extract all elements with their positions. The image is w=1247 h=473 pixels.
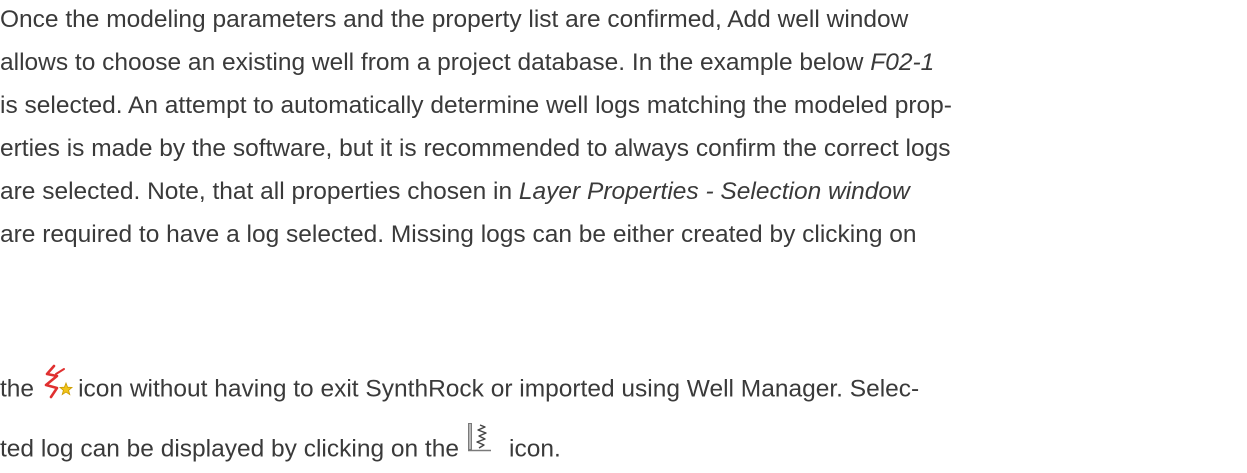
line-8-post: icon. — [509, 435, 561, 463]
create-log-icon — [40, 363, 74, 401]
line-1-text: Once the modeling parameters and the pro… — [0, 6, 909, 33]
paragraph-line-2: allows to choose an existing well from a… — [0, 48, 934, 78]
well-name: F02-1 — [870, 49, 935, 76]
document-page: Once the modeling parameters and the pro… — [0, 0, 1247, 473]
line-7-pre: the — [0, 375, 35, 403]
line-5-text: are selected. Note, that all properties … — [0, 178, 519, 205]
line-8-pre: ted log can be displayed by clicking on … — [0, 435, 459, 463]
line-4-text: erties is made by the software, but it i… — [0, 135, 951, 162]
layer-properties-window-name: Layer Properties - Selection window — [518, 178, 910, 205]
paragraph-line-3: is selected. An attempt to automatically… — [0, 91, 952, 121]
line-6-text: are required to have a log selected. Mis… — [0, 221, 917, 248]
paragraph-line-1: Once the modeling parameters and the pro… — [0, 5, 908, 35]
paragraph-line-7: the icon without having to exit SynthRoc… — [0, 364, 920, 409]
display-log-icon — [467, 422, 493, 454]
paragraph-line-5: are selected. Note, that all properties … — [0, 177, 910, 207]
paragraph-line-6: are required to have a log selected. Mis… — [0, 220, 917, 250]
line-7-post: icon without having to exit SynthRock or… — [78, 375, 920, 403]
paragraph-line-4: erties is made by the software, but it i… — [0, 134, 950, 164]
line-3-text: is selected. An attempt to automatically… — [0, 92, 952, 119]
paragraph-line-8: ted log can be displayed by clicking on … — [0, 423, 561, 466]
line-2-text: allows to choose an existing well from a… — [0, 49, 871, 76]
